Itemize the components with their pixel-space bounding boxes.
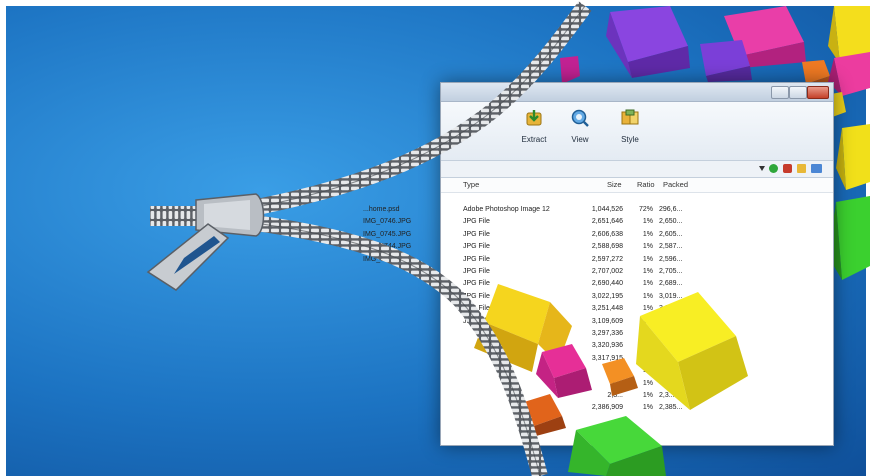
view-button[interactable]: View: [555, 108, 605, 144]
cube-green-bottom: [568, 416, 666, 476]
file-size: 2,386,909: [591, 404, 623, 412]
style-button[interactable]: Style: [605, 108, 655, 144]
desktop-scene: Extract View Style Type Size Ratio Packe…: [0, 0, 870, 476]
minimize-button[interactable]: [771, 86, 789, 99]
column-ratio[interactable]: Ratio: [637, 180, 655, 189]
file-type: JPG File: [463, 230, 490, 238]
file-ratio: 1%: [642, 243, 653, 251]
column-packed[interactable]: Packed: [663, 180, 688, 189]
column-type[interactable]: Type: [463, 180, 479, 189]
file-packed: 2,596...: [659, 255, 683, 263]
file-type: Adobe Photoshop Image 12: [463, 206, 550, 213]
go-green-icon[interactable]: [769, 164, 778, 173]
left-border: [0, 0, 6, 476]
style-label: Style: [621, 135, 639, 144]
cube-magenta-left: [560, 56, 580, 84]
file-size: 2,597,272: [591, 255, 623, 263]
file-packed: 2,605...: [659, 230, 683, 238]
column-header: Type Size Ratio Packed: [441, 178, 833, 193]
dropdown-arrow-icon[interactable]: [759, 166, 765, 171]
folder-icon[interactable]: [797, 164, 806, 173]
file-ratio: 1%: [642, 268, 653, 275]
file-ratio: 1%: [642, 218, 653, 226]
file-size: 2,651,646: [591, 218, 623, 226]
cube-orange-bottom: [524, 394, 566, 436]
window-titlebar[interactable]: [441, 83, 833, 102]
cube-orange-front: [602, 358, 638, 396]
file-row[interactable]: IMG_0744.JPG JPG File 2,588,698 1% 2,587...: [363, 242, 833, 254]
file-size: 3,109,609: [591, 317, 623, 325]
file-size: 2,588,698: [591, 243, 623, 251]
file-name: IMG_0745.JPG: [363, 230, 412, 238]
file-packed: 2,705...: [659, 268, 683, 275]
file-type: JPG File: [463, 243, 490, 251]
file-name: IMG_0744.JPG: [363, 243, 412, 251]
cube-purple-mid: [700, 40, 752, 82]
file-size: 3,251,448: [591, 305, 623, 313]
refresh-icon[interactable]: [783, 164, 792, 173]
file-type: JPG File: [463, 218, 490, 226]
file-size: 2,690,440: [591, 280, 623, 288]
file-name: IMG_0743.JPG: [363, 255, 412, 263]
cube-magenta-front: [536, 344, 592, 398]
file-ratio: 1%: [642, 230, 653, 238]
file-row[interactable]: ...home.psd Adobe Photoshop Image 12 1,044…: [363, 205, 833, 217]
cube-yellow-right: [836, 124, 870, 190]
file-row[interactable]: IMG_0743.JPG JPG File 2,597,272 1% 2,596...: [363, 255, 833, 267]
view-icon: [571, 109, 589, 127]
view-label: View: [571, 135, 589, 144]
cube-yellow-front-right: [636, 292, 748, 410]
extract-button[interactable]: Extract: [509, 108, 559, 144]
file-packed: 2,650...: [659, 218, 683, 226]
column-size[interactable]: Size: [607, 180, 622, 189]
file-size: 3,022,195: [591, 292, 623, 300]
file-size: 3,297,336: [591, 330, 623, 337]
file-row[interactable]: JPG File 2,707,002 1% 2,705...: [441, 267, 833, 279]
views-icon[interactable]: [811, 164, 822, 173]
file-name: IMG_0746.JPG: [363, 218, 412, 226]
extract-label: Extract: [521, 135, 547, 144]
file-size: 1,044,526: [591, 206, 623, 213]
style-icon: [621, 109, 639, 125]
address-bar[interactable]: [441, 161, 833, 178]
file-ratio: 72%: [638, 206, 653, 213]
extract-icon: [526, 110, 542, 126]
file-type: JPG File: [463, 255, 490, 263]
file-packed: 2,587...: [659, 243, 683, 251]
file-ratio: 1%: [642, 280, 653, 288]
file-packed: 2,689...: [659, 280, 683, 288]
close-button[interactable]: [807, 86, 829, 99]
file-size: 2,606,638: [591, 230, 623, 238]
maximize-button[interactable]: [789, 86, 807, 99]
file-size: 2,707,002: [591, 268, 623, 275]
file-row[interactable]: IMG_0746.JPG JPG File 2,651,646 1% 2,650...: [363, 217, 833, 229]
file-type: JPG File: [463, 268, 490, 275]
cube-green-right: [828, 196, 870, 280]
file-ratio: 1%: [642, 255, 653, 263]
toolbar: Extract View Style: [441, 102, 833, 161]
file-packed: 296,6...: [659, 206, 683, 213]
file-name: ...home.psd: [363, 206, 400, 213]
file-row[interactable]: IMG_0745.JPG JPG File 2,606,638 1% 2,605...: [363, 230, 833, 242]
cube-purple-large: [606, 6, 690, 78]
